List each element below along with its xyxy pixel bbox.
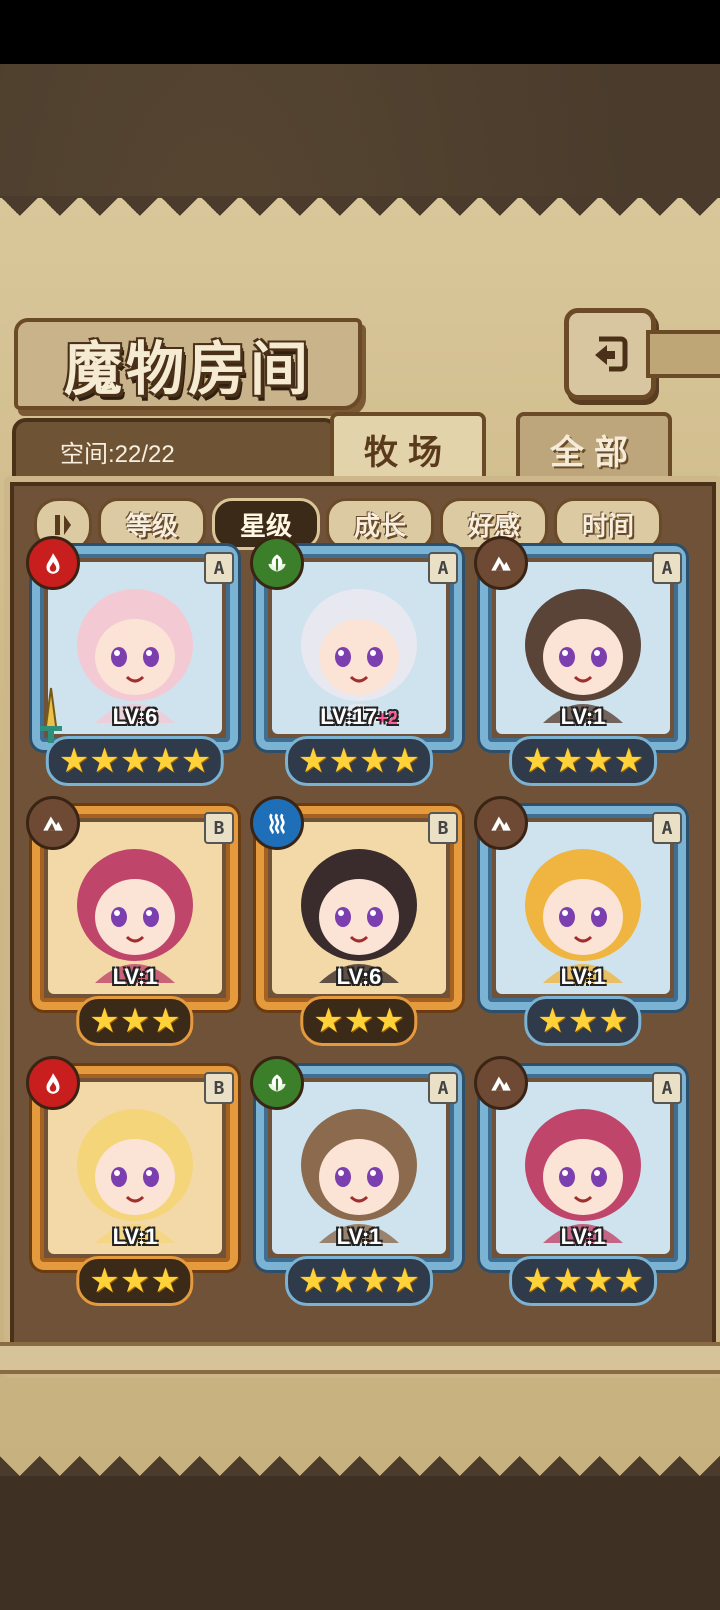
star-rating: ★★★★ xyxy=(285,736,433,786)
element-fire-icon xyxy=(26,1056,80,1110)
character-portrait-icon xyxy=(77,589,193,723)
character-portrait-icon xyxy=(77,849,193,983)
star-rating: ★★★ xyxy=(76,1256,194,1306)
monster-card[interactable]: LV:1 A ★★★ xyxy=(474,796,686,1046)
rank-badge: B xyxy=(204,1072,234,1104)
monster-level-value: LV:17 xyxy=(320,704,378,729)
monster-level: LV:1 xyxy=(480,1224,686,1250)
back-button-rail xyxy=(646,330,720,378)
character-portrait-icon xyxy=(77,1109,193,1243)
star-rating-stars: ★★★ xyxy=(537,1001,629,1041)
element-earth-icon xyxy=(474,796,528,850)
monster-card[interactable]: LV:1 B ★★★ xyxy=(26,796,238,1046)
sort-level-button[interactable]: 等级 xyxy=(98,498,206,550)
star-rating-stars: ★★★ xyxy=(89,1261,181,1301)
tab-all[interactable]: 全部 xyxy=(516,412,672,486)
monster-level: LV:17+2 xyxy=(256,704,462,730)
character-portrait-icon xyxy=(525,849,641,983)
element-earth-icon xyxy=(26,796,80,850)
monster-level-value: LV:1 xyxy=(336,1224,382,1249)
star-rating-stars: ★★★★ xyxy=(298,741,420,781)
monster-card[interactable]: LV:6 B ★★★ xyxy=(250,796,462,1046)
character-portrait-icon xyxy=(525,1109,641,1243)
star-rating-stars: ★★★ xyxy=(313,1001,405,1041)
rank-badge: A xyxy=(428,552,458,584)
monster-level-value: LV:1 xyxy=(112,1224,158,1249)
rank-badge: A xyxy=(428,1072,458,1104)
star-rating-stars: ★★★★★ xyxy=(58,741,212,781)
element-leaf-icon xyxy=(250,1056,304,1110)
monster-card[interactable]: LV:1 A ★★★★ xyxy=(474,1056,686,1306)
monster-level: LV:1 xyxy=(480,964,686,990)
character-portrait-icon xyxy=(301,589,417,723)
star-rating: ★★★ xyxy=(76,996,194,1046)
monster-level-value: LV:1 xyxy=(560,704,606,729)
rank-badge: B xyxy=(428,812,458,844)
monster-card[interactable]: LV:1 A ★★★★ xyxy=(474,536,686,786)
star-rating-stars: ★★★★ xyxy=(298,1261,420,1301)
element-fire-icon xyxy=(26,536,80,590)
star-rating-stars: ★★★★ xyxy=(522,741,644,781)
star-rating-stars: ★★★★ xyxy=(522,1261,644,1301)
star-rating: ★★★★ xyxy=(509,736,657,786)
element-water-icon xyxy=(250,796,304,850)
monster-level-bonus: +2 xyxy=(377,708,398,728)
monster-level-value: LV:1 xyxy=(560,964,606,989)
star-rating: ★★★★ xyxy=(285,1256,433,1306)
rank-badge: B xyxy=(204,812,234,844)
star-rating: ★★★★ xyxy=(509,1256,657,1306)
element-earth-icon xyxy=(474,536,528,590)
status-bar xyxy=(0,0,720,64)
monster-level-value: LV:1 xyxy=(112,964,158,989)
capacity-label: 空间:22/22 xyxy=(60,441,175,468)
rank-badge: A xyxy=(204,552,234,584)
equipped-sword-icon xyxy=(40,687,62,743)
panel-bottom-rail xyxy=(0,1342,720,1374)
monster-level: LV:1 xyxy=(256,1224,462,1250)
rank-badge: A xyxy=(652,1072,682,1104)
back-button[interactable] xyxy=(564,308,656,400)
monster-card[interactable]: LV:1 B ★★★ xyxy=(26,1056,238,1306)
rank-badge: A xyxy=(652,812,682,844)
bottom-map-background xyxy=(0,1476,720,1610)
monster-card[interactable]: LV:17+2 A ★★★★ xyxy=(250,536,462,786)
tab-ranch[interactable]: 牧场 xyxy=(330,412,486,486)
character-portrait-icon xyxy=(301,1109,417,1243)
monster-level: LV:1 xyxy=(32,1224,238,1250)
title-plate: 魔物房间 xyxy=(14,318,362,410)
star-rating-stars: ★★★ xyxy=(89,1001,181,1041)
parchment-torn-edge-bottom xyxy=(0,1436,720,1476)
element-leaf-icon xyxy=(250,536,304,590)
monster-level: LV:6 xyxy=(256,964,462,990)
return-arrow-icon xyxy=(595,336,628,372)
monster-card[interactable]: LV:6 A ★★★★★ xyxy=(26,536,238,786)
star-rating: ★★★ xyxy=(524,996,642,1046)
character-portrait-icon xyxy=(301,849,417,983)
sort-order-icon xyxy=(55,515,71,535)
rank-badge: A xyxy=(652,552,682,584)
element-earth-icon xyxy=(474,1056,528,1110)
monster-level: LV:1 xyxy=(480,704,686,730)
star-rating: ★★★ xyxy=(300,996,418,1046)
monster-level: LV:1 xyxy=(32,964,238,990)
sort-time-button[interactable]: 时间 xyxy=(554,498,662,550)
monster-level-value: LV:1 xyxy=(560,1224,606,1249)
page-title: 魔物房间 xyxy=(63,335,312,403)
monster-level-value: LV:6 xyxy=(336,964,382,989)
star-rating: ★★★★★ xyxy=(45,736,225,786)
monster-card[interactable]: LV:1 A ★★★★ xyxy=(250,1056,462,1306)
parchment-torn-edge-top xyxy=(0,196,720,236)
monster-level-value: LV:6 xyxy=(112,704,158,729)
character-portrait-icon xyxy=(525,589,641,723)
sort-growth-button[interactable]: 成长 xyxy=(326,498,434,550)
